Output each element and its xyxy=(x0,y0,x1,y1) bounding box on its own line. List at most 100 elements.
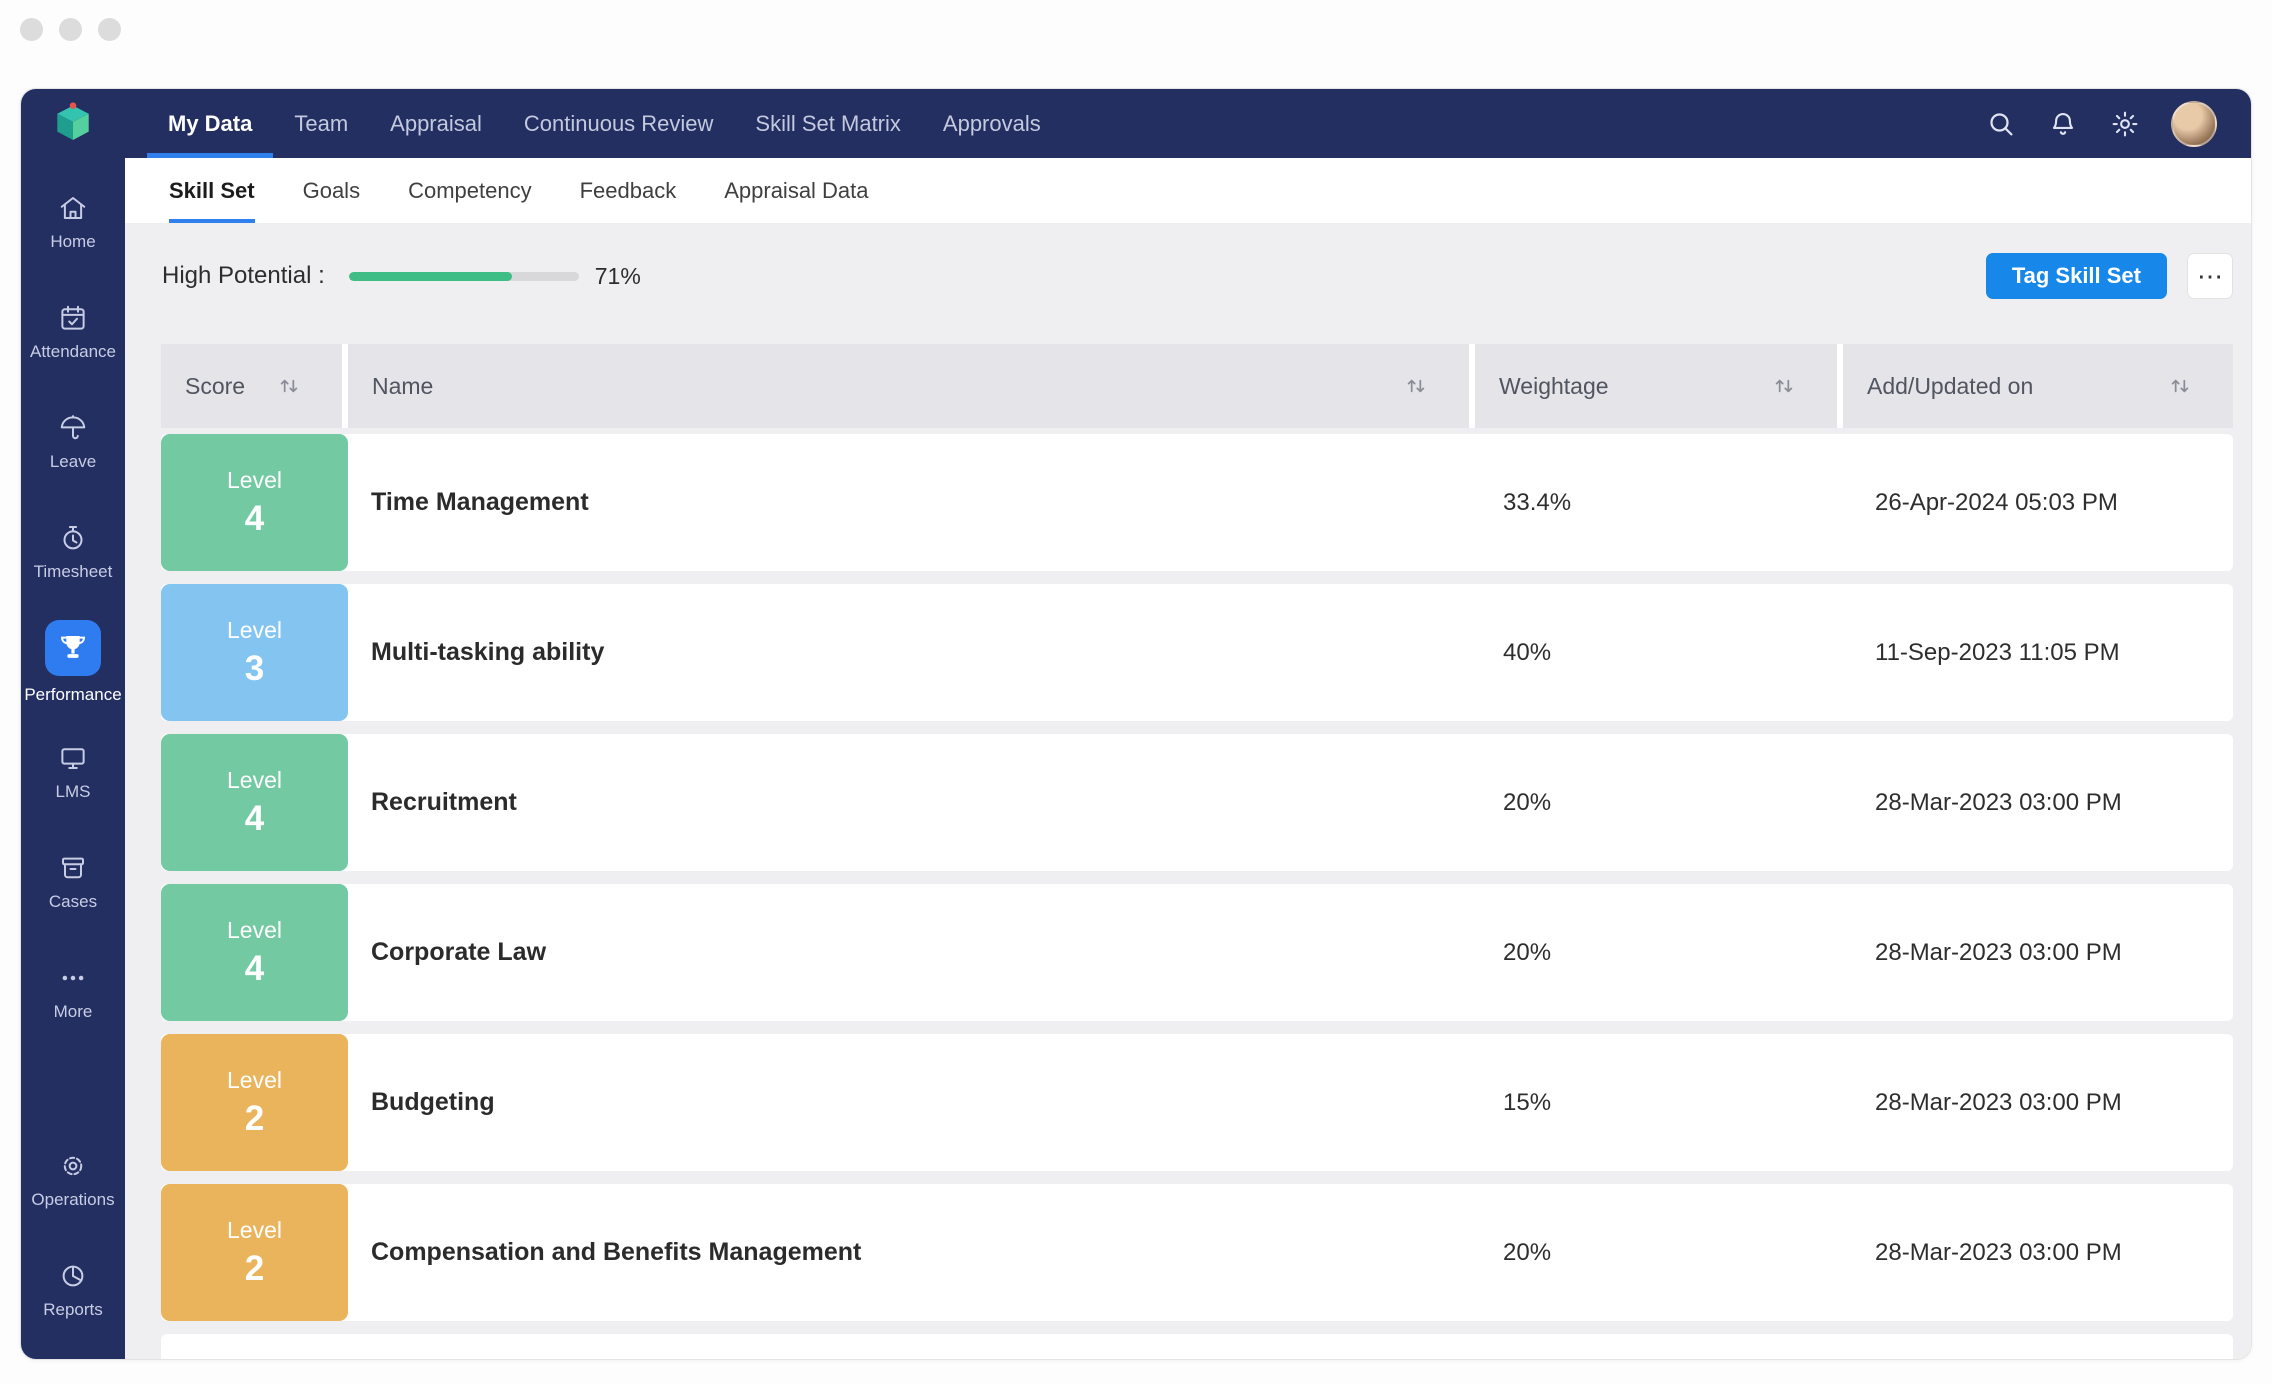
secondary-nav: Skill Set Goals Competency Feedback Appr… xyxy=(125,158,2251,223)
window-controls xyxy=(20,18,121,41)
column-header-label: Name xyxy=(372,373,433,400)
sort-icon[interactable] xyxy=(1771,373,1797,399)
sort-icon[interactable] xyxy=(276,373,302,399)
tag-skill-set-button[interactable]: Tag Skill Set xyxy=(1986,253,2167,299)
table-header: Score Name Weightage xyxy=(161,344,2233,428)
badge-level-value: 2 xyxy=(245,1099,264,1139)
sidebar-item-label: Timesheet xyxy=(34,562,113,582)
badge-level-label: Level xyxy=(227,767,282,794)
sidebar-item-attendance[interactable]: Attendance xyxy=(21,284,125,380)
main-area: My Data Team Appraisal Continuous Review… xyxy=(125,89,2251,1359)
high-potential-label: High Potential : xyxy=(162,262,325,290)
column-header-label: Score xyxy=(185,373,245,400)
skill-name: Time Management xyxy=(348,488,1475,517)
nav-actions xyxy=(1985,89,2217,158)
sidebar-item-performance[interactable]: Performance xyxy=(21,614,125,710)
nav-tab-skill-set-matrix[interactable]: Skill Set Matrix xyxy=(734,89,921,158)
skill-updated-on: 28-Mar-2023 03:00 PM xyxy=(1843,1089,2233,1117)
sidebar-item-label: Reports xyxy=(43,1300,103,1320)
table-row[interactable]: Level 4 Corporate Law 20% 28-Mar-2023 03… xyxy=(161,884,2233,1021)
score-badge: Level 2 xyxy=(161,1184,348,1321)
skill-updated-on: 11-Sep-2023 11:05 PM xyxy=(1843,639,2233,667)
monitor-icon xyxy=(58,743,88,773)
skill-weightage: 40% xyxy=(1475,639,1843,667)
score-badge: Level 2 xyxy=(161,1034,348,1171)
column-header-label: Add/Updated on xyxy=(1867,373,2033,400)
sort-icon[interactable] xyxy=(1403,373,1429,399)
primary-nav: My Data Team Appraisal Continuous Review… xyxy=(147,89,1062,158)
window-control-dot[interactable] xyxy=(98,18,121,41)
nav-tab-continuous-review[interactable]: Continuous Review xyxy=(503,89,735,158)
tab-appraisal-data[interactable]: Appraisal Data xyxy=(724,158,868,223)
table-body: Level 4 Time Management 33.4% 26-Apr-202… xyxy=(161,434,2233,1321)
score-badge: Level 3 xyxy=(161,584,348,721)
skill-name: Corporate Law xyxy=(348,938,1475,967)
sidebar-item-operations[interactable]: Operations xyxy=(21,1132,125,1228)
high-potential-value: 71% xyxy=(595,263,641,290)
skill-weightage: 20% xyxy=(1475,939,1843,967)
skill-updated-on: 28-Mar-2023 03:00 PM xyxy=(1843,1239,2233,1267)
window-control-dot[interactable] xyxy=(59,18,82,41)
column-header-name[interactable]: Name xyxy=(348,344,1475,428)
table-row[interactable]: Level 2 Compensation and Benefits Manage… xyxy=(161,1184,2233,1321)
nav-tab-team[interactable]: Team xyxy=(273,89,369,158)
sidebar-spacer xyxy=(21,1054,125,1118)
badge-level-value: 4 xyxy=(245,499,264,539)
sidebar-item-label: More xyxy=(54,1002,93,1022)
sidebar-item-reports[interactable]: Reports xyxy=(21,1242,125,1338)
sidebar-item-lms[interactable]: LMS xyxy=(21,724,125,820)
column-header-weightage[interactable]: Weightage xyxy=(1475,344,1843,428)
sidebar-item-label: Operations xyxy=(31,1190,114,1210)
sidebar-item-label: Attendance xyxy=(30,342,116,362)
badge-level-label: Level xyxy=(227,1067,282,1094)
badge-level-label: Level xyxy=(227,617,282,644)
calendar-check-icon xyxy=(58,303,88,333)
badge-level-value: 4 xyxy=(245,799,264,839)
app-logo[interactable] xyxy=(21,89,125,158)
sidebar-item-label: Home xyxy=(50,232,95,252)
window-control-dot[interactable] xyxy=(20,18,43,41)
settings-gear-icon[interactable] xyxy=(2109,108,2141,140)
skill-updated-on: 26-Apr-2024 05:03 PM xyxy=(1843,489,2233,517)
nav-tab-my-data[interactable]: My Data xyxy=(147,89,273,158)
sidebar-item-more[interactable]: More xyxy=(21,944,125,1040)
umbrella-icon xyxy=(58,413,88,443)
tab-feedback[interactable]: Feedback xyxy=(580,158,677,223)
skill-name: Multi-tasking ability xyxy=(348,638,1475,667)
toolbar-actions: Tag Skill Set ⋯ xyxy=(1986,253,2233,299)
sidebar-item-leave[interactable]: Leave xyxy=(21,394,125,490)
user-avatar[interactable] xyxy=(2171,101,2217,147)
table-row[interactable]: Level 4 Time Management 33.4% 26-Apr-202… xyxy=(161,434,2233,571)
badge-level-value: 3 xyxy=(245,649,264,689)
nav-tab-approvals[interactable]: Approvals xyxy=(922,89,1062,158)
sidebar-item-label: Cases xyxy=(49,892,97,912)
table-row-partial xyxy=(161,1334,2233,1359)
tab-skill-set[interactable]: Skill Set xyxy=(169,158,255,223)
column-header-updated[interactable]: Add/Updated on xyxy=(1843,344,2233,428)
sidebar-item-home[interactable]: Home xyxy=(21,174,125,270)
table-row[interactable]: Level 4 Recruitment 20% 28-Mar-2023 03:0… xyxy=(161,734,2233,871)
high-potential-group: High Potential : 71% xyxy=(162,262,641,290)
skill-name: Budgeting xyxy=(348,1088,1475,1117)
tab-competency[interactable]: Competency xyxy=(408,158,532,223)
column-header-score[interactable]: Score xyxy=(161,344,348,428)
sidebar-item-timesheet[interactable]: Timesheet xyxy=(21,504,125,600)
search-icon[interactable] xyxy=(1985,108,2017,140)
content-area: High Potential : 71% Tag Skill Set ⋯ Sco… xyxy=(125,223,2251,1359)
nav-tab-appraisal[interactable]: Appraisal xyxy=(369,89,503,158)
pie-chart-icon xyxy=(58,1261,88,1291)
skill-weightage: 20% xyxy=(1475,1239,1843,1267)
sidebar-item-label: LMS xyxy=(56,782,91,802)
home-icon xyxy=(58,193,88,223)
column-header-label: Weightage xyxy=(1499,373,1609,400)
sidebar-item-cases[interactable]: Cases xyxy=(21,834,125,930)
sort-icon[interactable] xyxy=(2167,373,2193,399)
more-options-button[interactable]: ⋯ xyxy=(2187,253,2233,299)
table-row[interactable]: Level 2 Budgeting 15% 28-Mar-2023 03:00 … xyxy=(161,1034,2233,1171)
notifications-bell-icon[interactable] xyxy=(2047,108,2079,140)
score-badge: Level 4 xyxy=(161,734,348,871)
skill-weightage: 33.4% xyxy=(1475,489,1843,517)
toolbar: High Potential : 71% Tag Skill Set ⋯ xyxy=(161,253,2233,299)
table-row[interactable]: Level 3 Multi-tasking ability 40% 11-Sep… xyxy=(161,584,2233,721)
tab-goals[interactable]: Goals xyxy=(303,158,360,223)
